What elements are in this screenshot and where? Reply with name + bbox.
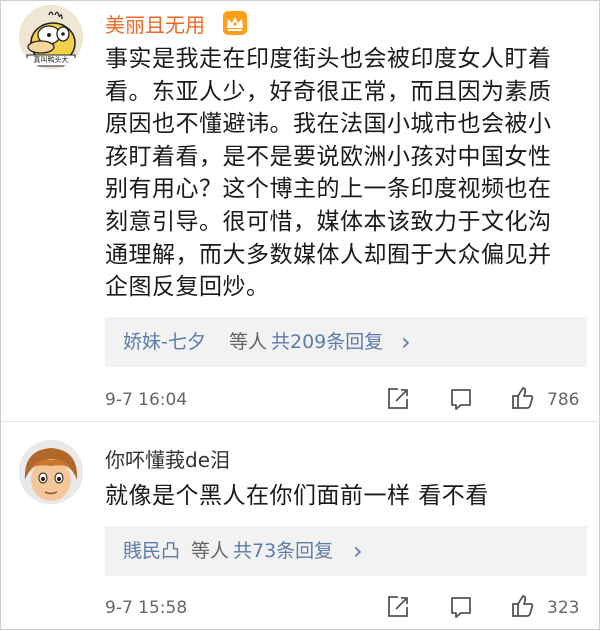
reply-names[interactable]: 賎民凸 — [123, 526, 180, 576]
cartoon-boy-avatar — [19, 440, 83, 504]
reply-names[interactable]: 娇妹-七夕 — [123, 317, 206, 367]
reply-preview[interactable]: 賎民凸 等人 共73条回复 › — [105, 526, 587, 576]
like-count: 786 — [547, 390, 580, 410]
chevron-right-icon: › — [353, 537, 363, 565]
avatar[interactable] — [19, 440, 83, 504]
comment-icon[interactable] — [448, 594, 474, 620]
comment-text: 事实是我走在印度街头也会被印度女人盯着 看。东亚人少，好奇很正常，而且因为素质 … — [105, 43, 591, 304]
avatar-tag: 真叫鸭头大 — [33, 56, 69, 64]
comment-text-line: 刻意引导。很可惜，媒体本该致力于文化沟 — [105, 208, 552, 235]
comment-text-line: 通理解，而大多数媒体人却囿于大众偏见并 — [105, 241, 552, 268]
comment-date: 9-7 15:58 — [105, 598, 188, 618]
comment-icon[interactable] — [448, 386, 474, 412]
comment-text-line: 别有用心？这个博主的上一条印度视频也在 — [105, 176, 552, 203]
share-icon[interactable] — [385, 386, 411, 412]
username[interactable]: 你吥懂莪de泪 — [105, 448, 230, 472]
comment-text-line: 就像是个黑人在你们面前一样 看不看 — [105, 483, 489, 509]
comment-text-line: 企图反复回炒。 — [105, 274, 270, 301]
vip-crown-icon — [223, 11, 247, 35]
comment-text: 就像是个黑人在你们面前一样 看不看 — [105, 480, 591, 513]
avatar[interactable]: 真叫鸭头大 — [19, 5, 83, 69]
reply-preview[interactable]: 娇妹-七夕 等人 共209条回复 › — [105, 317, 587, 367]
chevron-right-icon: › — [401, 328, 411, 356]
comment-item: 你吥懂莪de泪 就像是个黑人在你们面前一样 看不看 賎民凸 等人 共73条回复 … — [1, 422, 600, 631]
share-icon[interactable] — [385, 594, 411, 620]
comment-item: 真叫鸭头大 美丽且无用 事实是我走在印度街头也会被印度女人盯着 看。东亚人少，好… — [1, 1, 600, 419]
comment-text-line: 原因也不懂避讳。我在法国小城市也会被小 — [105, 111, 552, 138]
thumbs-up-icon[interactable] — [510, 593, 536, 619]
comment-text-line: 事实是我走在印度街头也会被印度女人盯着 — [105, 46, 552, 72]
comment-date: 9-7 16:04 — [105, 390, 188, 410]
username[interactable]: 美丽且无用 — [105, 13, 205, 37]
comment-text-line: 看。东亚人少，好奇很正常，而且因为素质 — [105, 78, 552, 105]
reply-count[interactable]: 共73条回复 — [233, 526, 333, 576]
reply-count[interactable]: 共209条回复 — [271, 317, 383, 367]
thumbs-up-icon[interactable] — [510, 385, 536, 411]
reply-deng: 等人 — [229, 331, 268, 353]
reply-deng: 等人 — [191, 540, 230, 562]
like-count: 323 — [547, 598, 580, 618]
comment-text-line: 孩盯着看，是不是要说欧洲小孩对中国女性 — [105, 143, 552, 170]
